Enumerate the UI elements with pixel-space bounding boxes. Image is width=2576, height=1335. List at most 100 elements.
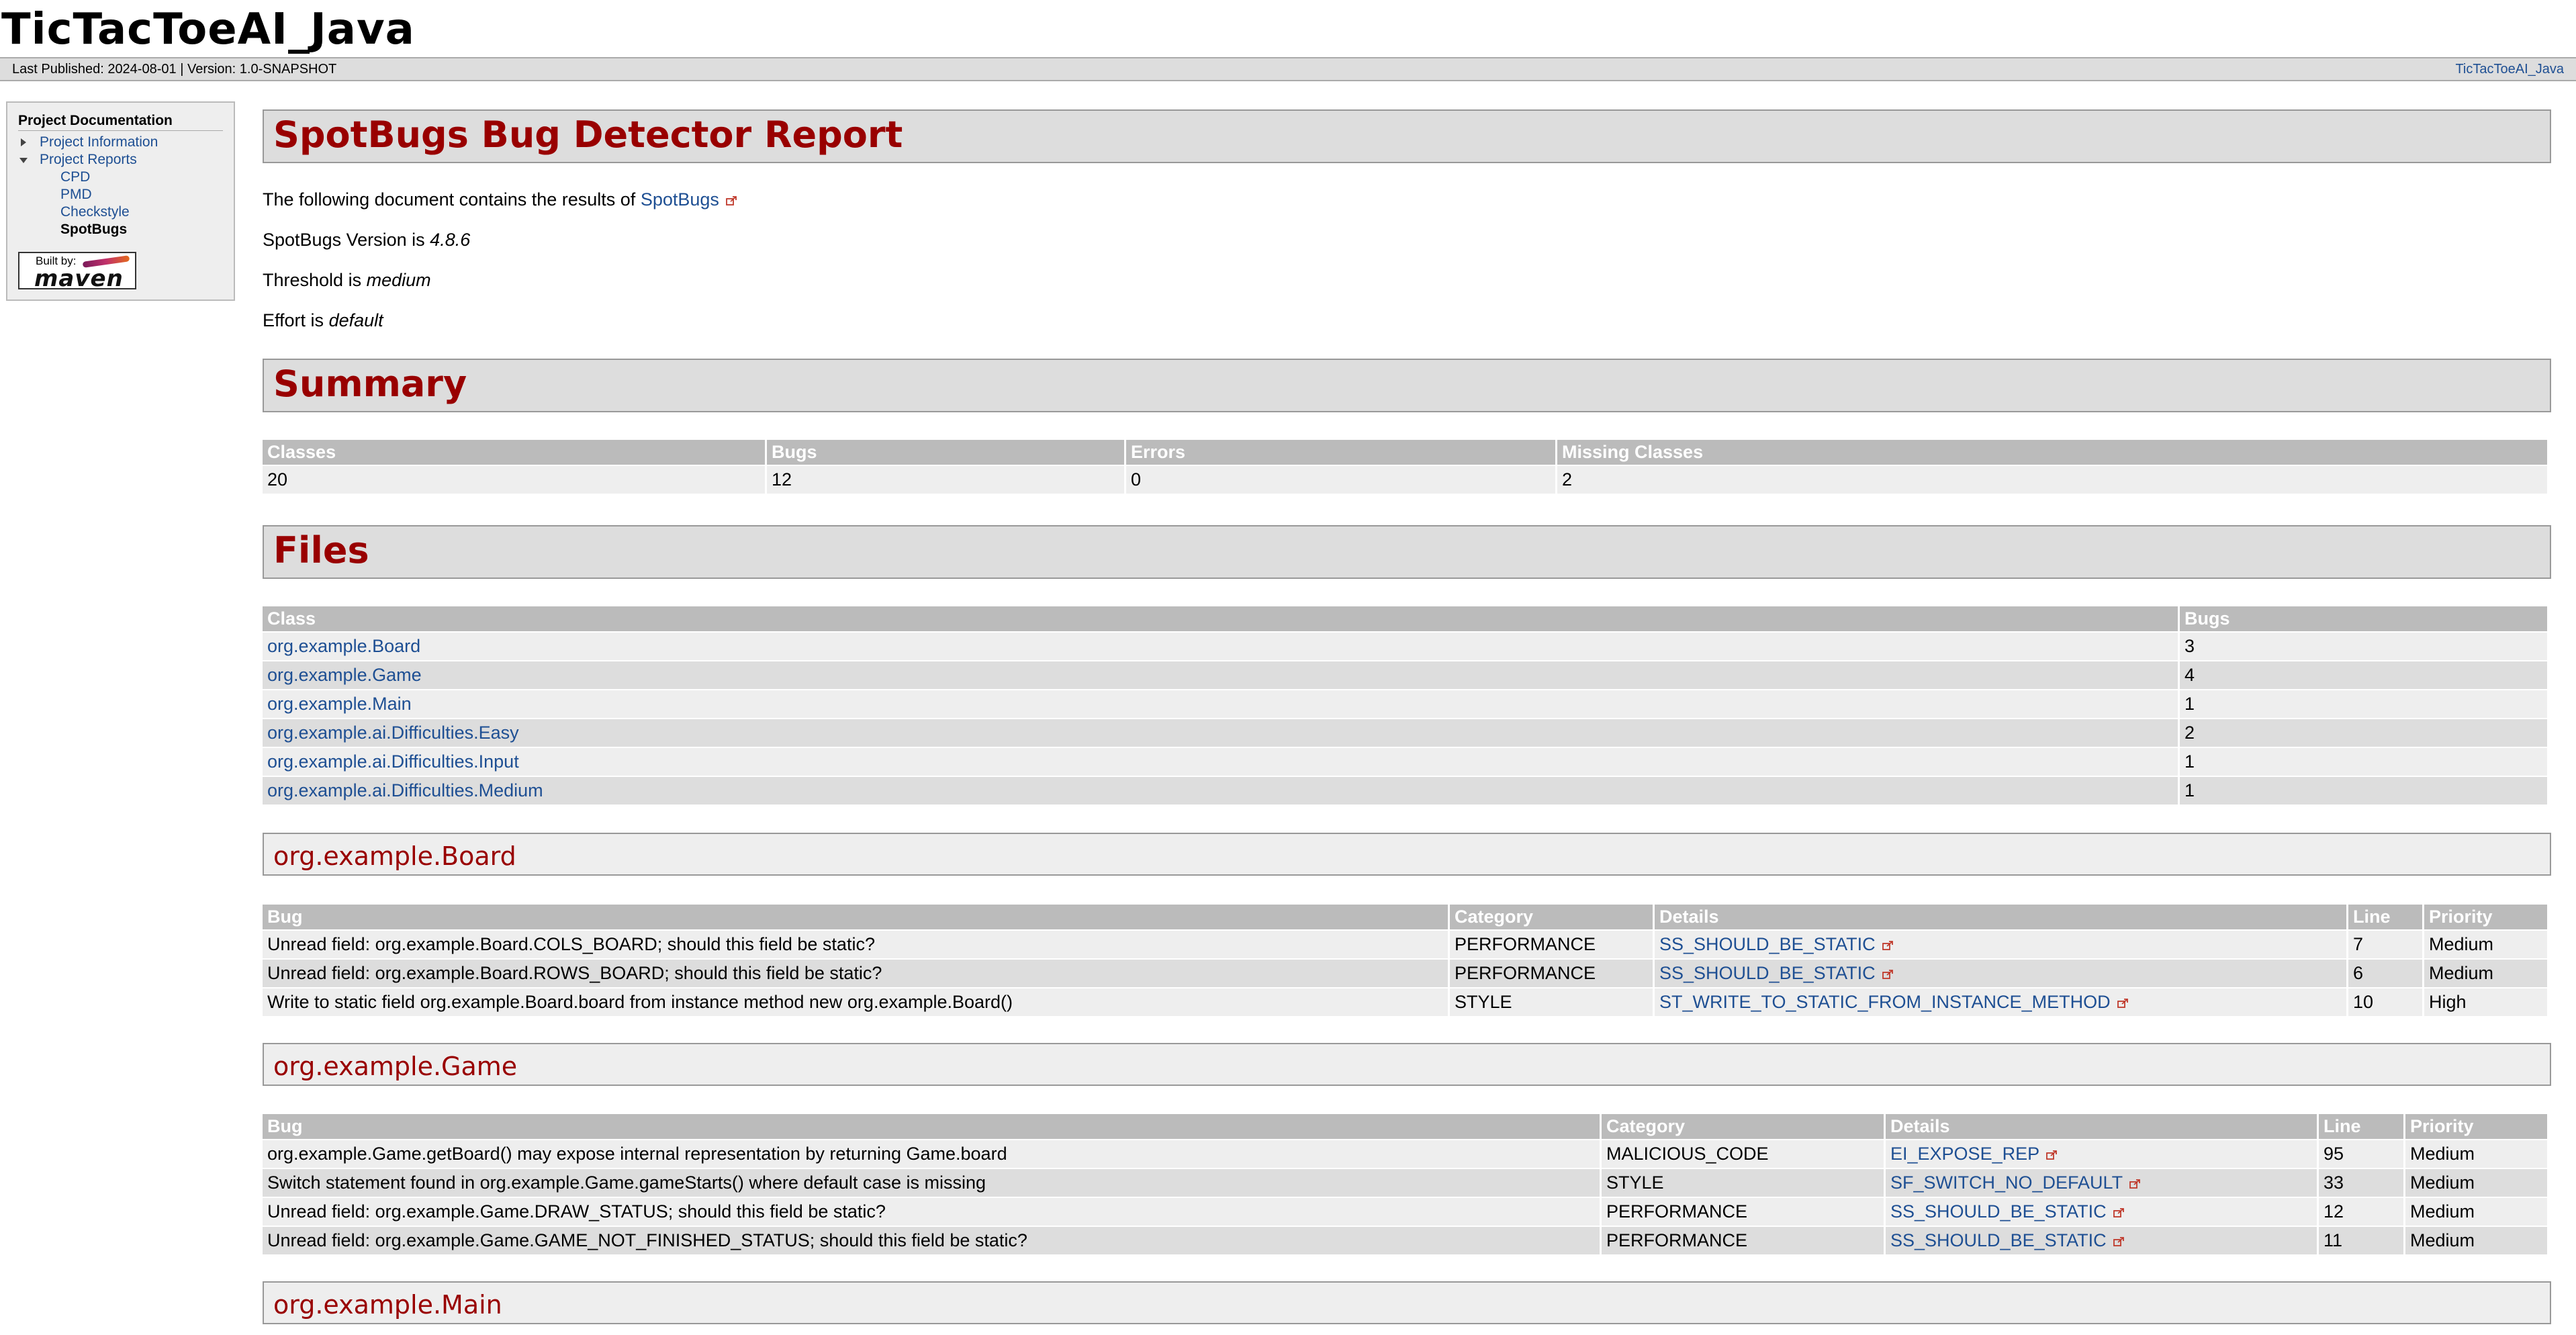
version-info: Version: 1.0-SNAPSHOT xyxy=(187,62,337,77)
intro-paragraph: The following document contains the resu… xyxy=(263,188,737,211)
class-link[interactable]: org.example.ai.Difficulties.Medium xyxy=(267,780,543,800)
column-header: Category xyxy=(1450,905,1655,929)
sidebar-item-label[interactable]: Project Reports xyxy=(40,152,137,167)
page-title: SpotBugs Bug Detector Report xyxy=(273,113,903,156)
bug-description: Switch statement found in org.example.Ga… xyxy=(263,1169,1602,1197)
table-row: Unread field: org.example.Game.GAME_NOT_… xyxy=(263,1227,2547,1254)
table-cell: 1 xyxy=(2180,777,2547,804)
external-link-icon[interactable] xyxy=(2117,999,2129,1009)
bug-pattern-link[interactable]: SS_SHOULD_BE_STATIC xyxy=(1890,1201,2107,1222)
main-section-heading: org.example.Main xyxy=(273,1290,502,1320)
spotbugs-link[interactable]: SpotBugs xyxy=(641,189,719,210)
column-header: Class xyxy=(263,606,2180,631)
bug-details-cell[interactable]: SS_SHOULD_BE_STATIC xyxy=(1655,960,2348,987)
intro-text: The following document contains the resu… xyxy=(263,189,636,210)
bug-line: 12 xyxy=(2319,1198,2405,1226)
summary-table: Classes Bugs Errors Missing Classes 20 1… xyxy=(263,439,2547,495)
threshold-label: Threshold is xyxy=(263,270,362,290)
column-header: Priority xyxy=(2405,1114,2547,1139)
summary-header-row: Classes Bugs Errors Missing Classes xyxy=(263,440,2547,465)
external-link-icon[interactable] xyxy=(2046,1150,2058,1160)
table-cell[interactable]: org.example.ai.Difficulties.Input xyxy=(263,748,2180,776)
bug-details-cell[interactable]: SS_SHOULD_BE_STATIC xyxy=(1886,1198,2319,1226)
sidebar-item-label-current: SpotBugs xyxy=(60,222,128,237)
table-cell[interactable]: org.example.Game xyxy=(263,661,2180,689)
class-link[interactable]: org.example.Game xyxy=(267,665,422,685)
sidebar-item-project-information[interactable]: Project Information xyxy=(18,134,223,151)
table-cell: 2 xyxy=(2180,719,2547,747)
sidebar-item-cpd[interactable]: CPD xyxy=(18,169,223,186)
table-cell[interactable]: org.example.ai.Difficulties.Medium xyxy=(263,777,2180,804)
external-link-icon[interactable] xyxy=(2113,1208,2125,1218)
built-by-maven-logo[interactable]: Built by: maven xyxy=(18,252,136,292)
bug-details-cell[interactable]: EI_EXPOSE_REP xyxy=(1886,1140,2319,1168)
bug-category: PERFORMANCE xyxy=(1602,1198,1886,1226)
files-heading-box: Files xyxy=(263,525,2551,579)
table-cell[interactable]: org.example.Main xyxy=(263,690,2180,718)
bug-category: MALICIOUS_CODE xyxy=(1602,1140,1886,1168)
table-row: org.example.Game.getBoard() may expose i… xyxy=(263,1140,2547,1168)
bug-details-cell[interactable]: SS_SHOULD_BE_STATIC xyxy=(1886,1227,2319,1254)
bug-description: Unread field: org.example.Game.GAME_NOT_… xyxy=(263,1227,1602,1254)
column-header: Bugs xyxy=(2180,606,2547,631)
external-link-icon[interactable] xyxy=(2113,1237,2125,1247)
project-home-link[interactable]: TicTacToeAI_Java xyxy=(2455,58,2564,80)
table-cell: 1 xyxy=(2180,690,2547,718)
table-cell: 3 xyxy=(2180,633,2547,660)
bug-category: PERFORMANCE xyxy=(1450,931,1655,958)
class-link[interactable]: org.example.ai.Difficulties.Easy xyxy=(267,723,519,743)
sidebar-item-project-reports[interactable]: Project Reports xyxy=(18,151,223,169)
expand-arrow-icon[interactable] xyxy=(21,138,26,146)
table-row: 20 12 0 2 xyxy=(263,466,2547,494)
maven-wordmark: maven xyxy=(34,265,124,292)
sidebar-item-label[interactable]: PMD xyxy=(60,187,92,202)
class-link[interactable]: org.example.Main xyxy=(267,694,412,714)
column-header: Line xyxy=(2348,905,2424,929)
bug-pattern-link[interactable]: SS_SHOULD_BE_STATIC xyxy=(1659,934,1876,954)
bug-description: org.example.Game.getBoard() may expose i… xyxy=(263,1140,1602,1168)
external-link-icon[interactable] xyxy=(726,196,737,206)
class-link[interactable]: org.example.Board xyxy=(267,636,420,656)
sidebar-heading: Project Documentation xyxy=(18,112,223,131)
bug-pattern-link[interactable]: SF_SWITCH_NO_DEFAULT xyxy=(1890,1172,2123,1193)
bug-pattern-link[interactable]: EI_EXPOSE_REP xyxy=(1890,1144,2039,1164)
bug-details-cell[interactable]: ST_WRITE_TO_STATIC_FROM_INSTANCE_METHOD xyxy=(1655,988,2348,1016)
table-row: Unread field: org.example.Game.DRAW_STAT… xyxy=(263,1198,2547,1226)
publish-info: Last Published: 2024-08-01 | Version: 1.… xyxy=(12,58,336,80)
column-header: Bug xyxy=(263,905,1450,929)
table-cell: 20 xyxy=(263,466,767,494)
separator: | xyxy=(180,62,184,77)
bug-description: Write to static field org.example.Board.… xyxy=(263,988,1450,1016)
external-link-icon[interactable] xyxy=(1882,970,1894,980)
sidebar-item-pmd[interactable]: PMD xyxy=(18,186,223,203)
bug-priority: High xyxy=(2424,988,2547,1016)
sidebar-item-checkstyle[interactable]: Checkstyle xyxy=(18,203,223,221)
bug-description: Unread field: org.example.Board.COLS_BOA… xyxy=(263,931,1450,958)
sidebar: Project Documentation Project Informatio… xyxy=(6,101,235,301)
column-header: Category xyxy=(1602,1114,1886,1139)
bug-category: STYLE xyxy=(1602,1169,1886,1197)
sidebar-item-label[interactable]: Project Information xyxy=(40,134,158,150)
bug-description: Unread field: org.example.Game.DRAW_STAT… xyxy=(263,1198,1602,1226)
table-cell: 0 xyxy=(1126,466,1557,494)
external-link-icon[interactable] xyxy=(2129,1179,2141,1189)
table-row: org.example.ai.Difficulties.Input 1 xyxy=(263,748,2547,776)
table-cell[interactable]: org.example.ai.Difficulties.Easy xyxy=(263,719,2180,747)
threshold-paragraph: Threshold is medium xyxy=(263,269,431,291)
sidebar-item-label[interactable]: CPD xyxy=(60,169,90,185)
bug-pattern-link[interactable]: ST_WRITE_TO_STATIC_FROM_INSTANCE_METHOD xyxy=(1659,992,2111,1012)
bug-pattern-link[interactable]: SS_SHOULD_BE_STATIC xyxy=(1659,963,1876,983)
table-row: org.example.Main 1 xyxy=(263,690,2547,718)
bug-description: Unread field: org.example.Board.ROWS_BOA… xyxy=(263,960,1450,987)
class-link[interactable]: org.example.ai.Difficulties.Input xyxy=(267,751,519,772)
sidebar-item-label[interactable]: Checkstyle xyxy=(60,204,130,220)
collapse-arrow-icon[interactable] xyxy=(19,158,28,163)
column-header: Bug xyxy=(263,1114,1602,1139)
bug-pattern-link[interactable]: SS_SHOULD_BE_STATIC xyxy=(1890,1230,2107,1250)
banner: TicTacToeAI_Java xyxy=(0,0,2576,57)
bug-details-cell[interactable]: SF_SWITCH_NO_DEFAULT xyxy=(1886,1169,2319,1197)
external-link-icon[interactable] xyxy=(1882,941,1894,951)
bug-details-cell[interactable]: SS_SHOULD_BE_STATIC xyxy=(1655,931,2348,958)
table-cell[interactable]: org.example.Board xyxy=(263,633,2180,660)
column-header: Missing Classes xyxy=(1557,440,2547,465)
